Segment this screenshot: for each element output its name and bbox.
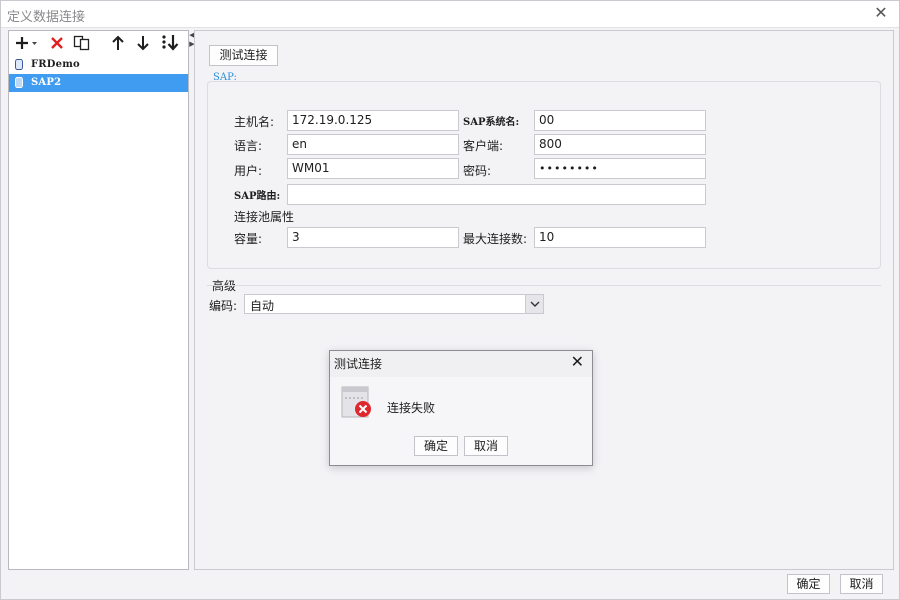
dialog-title: 测试连接	[334, 357, 383, 371]
error-icon	[341, 386, 371, 418]
max-connections-label: 最大连接数:	[463, 232, 528, 246]
test-connection-button[interactable]: 测试连接	[209, 45, 278, 66]
host-label: 主机名:	[234, 115, 275, 129]
language-field[interactable]: en	[287, 134, 459, 155]
copy-icon	[73, 35, 90, 51]
user-label: 用户:	[234, 164, 263, 178]
encoding-label: 编码:	[209, 299, 238, 313]
move-down-button[interactable]	[133, 33, 153, 53]
dialog-ok-button[interactable]: 确定	[414, 436, 458, 456]
ok-button[interactable]: 确定	[787, 574, 830, 594]
dialog-message: 连接失败	[387, 401, 436, 415]
connection-list-panel: FRDemo SAP2	[8, 30, 189, 570]
delete-icon	[51, 37, 63, 49]
tree-item-label: FRDemo	[31, 59, 80, 70]
move-down-icon	[137, 36, 149, 51]
dialog-close-icon[interactable]: ✕	[571, 354, 584, 370]
max-connections-field[interactable]: 10	[534, 227, 706, 248]
add-button[interactable]	[13, 33, 39, 53]
cancel-button[interactable]: 取消	[840, 574, 883, 594]
encoding-select-value: 自动	[250, 299, 275, 313]
delete-button[interactable]	[47, 33, 67, 53]
move-up-icon	[112, 35, 124, 50]
sap-router-field[interactable]	[287, 184, 706, 205]
sap-system-name-label: SAP系统名:	[463, 113, 519, 128]
user-field[interactable]: WM01	[287, 158, 459, 179]
add-icon	[16, 37, 37, 49]
advanced-divider	[207, 285, 881, 286]
sap-router-label: SAP路由:	[234, 191, 281, 202]
dialog-body: 连接失败 确定 取消	[330, 377, 592, 465]
window-title: 定义数据连接	[7, 10, 86, 25]
sort-button[interactable]	[159, 33, 181, 53]
encoding-select[interactable]: 自动	[244, 294, 544, 314]
title-bar: 定义数据连接 ✕	[1, 1, 899, 28]
move-up-button[interactable]	[108, 33, 128, 53]
client-label: 客户端:	[463, 139, 504, 153]
connection-toolbar	[9, 31, 188, 55]
close-icon[interactable]: ✕	[873, 5, 889, 21]
capacity-label: 容量:	[234, 232, 263, 246]
pool-properties-label: 连接池属性	[234, 210, 295, 224]
database-icon	[15, 77, 23, 88]
sap-system-name-label-text: SAP系统名:	[463, 117, 520, 128]
dialog-cancel-button[interactable]: 取消	[464, 436, 508, 456]
host-field[interactable]: 172.19.0.125	[287, 110, 459, 131]
tree-item-frdemo[interactable]: FRDemo	[9, 56, 188, 74]
database-icon	[15, 59, 23, 70]
password-label: 密码:	[463, 164, 492, 178]
language-label: 语言:	[234, 139, 263, 153]
tree-item-sap2[interactable]: SAP2	[9, 74, 188, 92]
client-field[interactable]: 800	[534, 134, 706, 155]
password-field[interactable]: ••••••••	[534, 158, 706, 179]
tree-item-label: SAP2	[31, 77, 62, 88]
define-data-connection-window: 定义数据连接 ✕ FRDemo SAP2 ◀ ▶ 测试连接 SAP: 主机名: …	[0, 0, 900, 600]
sort-icon	[162, 35, 179, 51]
connection-tree: FRDemo SAP2	[9, 56, 188, 92]
test-connection-dialog: 测试连接 ✕ 连接失败 确定 取消	[329, 350, 593, 466]
sap-system-name-field[interactable]: 00	[534, 110, 706, 131]
copy-button[interactable]	[72, 33, 92, 53]
capacity-field[interactable]: 3	[287, 227, 459, 248]
chevron-down-icon[interactable]	[525, 295, 543, 313]
